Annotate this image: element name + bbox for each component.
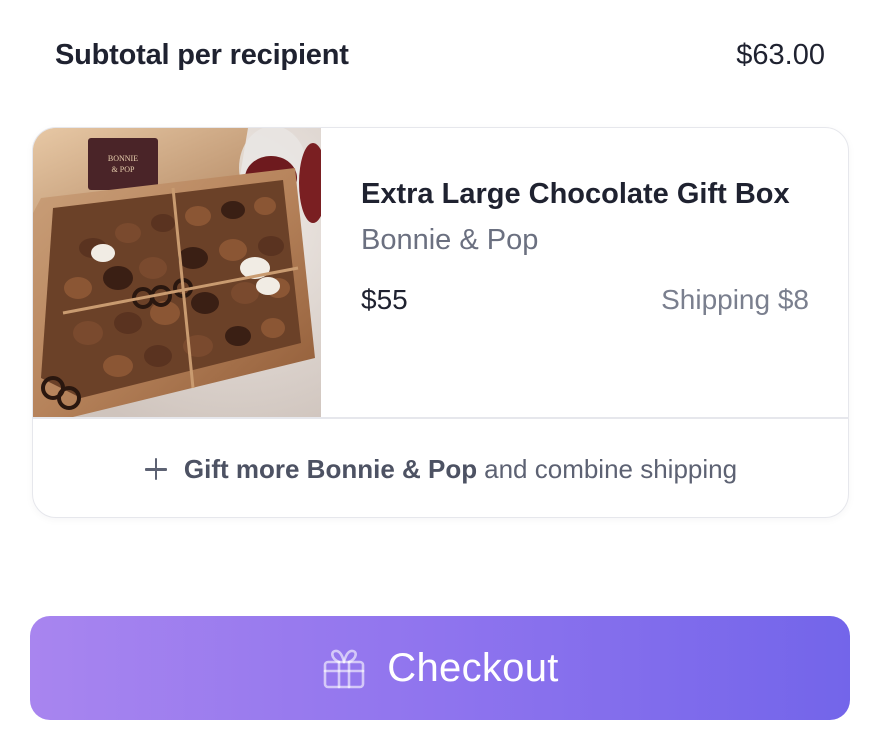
product-info: Extra Large Chocolate Gift Box Bonnie & … [361,170,809,316]
checkout-label: Checkout [387,645,559,690]
cart-summary: Subtotal per recipient $63.00 BONNIE & P… [0,0,880,740]
product-card: BONNIE & POP Extra Large Chocolate Gift … [32,127,849,518]
product-price: $55 [361,284,408,315]
product-image[interactable]: BONNIE & POP [33,128,321,417]
plus-icon [144,457,168,481]
shipping-cost: Shipping $8 [661,284,809,315]
gift-more-button[interactable]: Gift more Bonnie & Pop and combine shipp… [33,419,848,517]
checkout-button[interactable]: Checkout [30,616,850,720]
subtotal-value: $63.00 [736,38,825,71]
product-brand[interactable]: Bonnie & Pop [361,220,808,260]
gift-more-suffix-text: and combine shipping [484,453,738,484]
subtotal-row: Subtotal per recipient $63.00 [55,30,825,80]
gift-more-brand-text: Gift more Bonnie & Pop [183,453,478,484]
box-lettering: BONNIE [108,154,138,163]
svg-text:& POP: & POP [112,165,135,174]
gift-icon [323,649,365,689]
product-title[interactable]: Extra Large Chocolate Gift Box [361,170,791,218]
price-row: $55 Shipping $8 [361,284,809,316]
subtotal-label: Subtotal per recipient [55,38,349,71]
product-card-main[interactable]: BONNIE & POP Extra Large Chocolate Gift … [33,128,848,417]
